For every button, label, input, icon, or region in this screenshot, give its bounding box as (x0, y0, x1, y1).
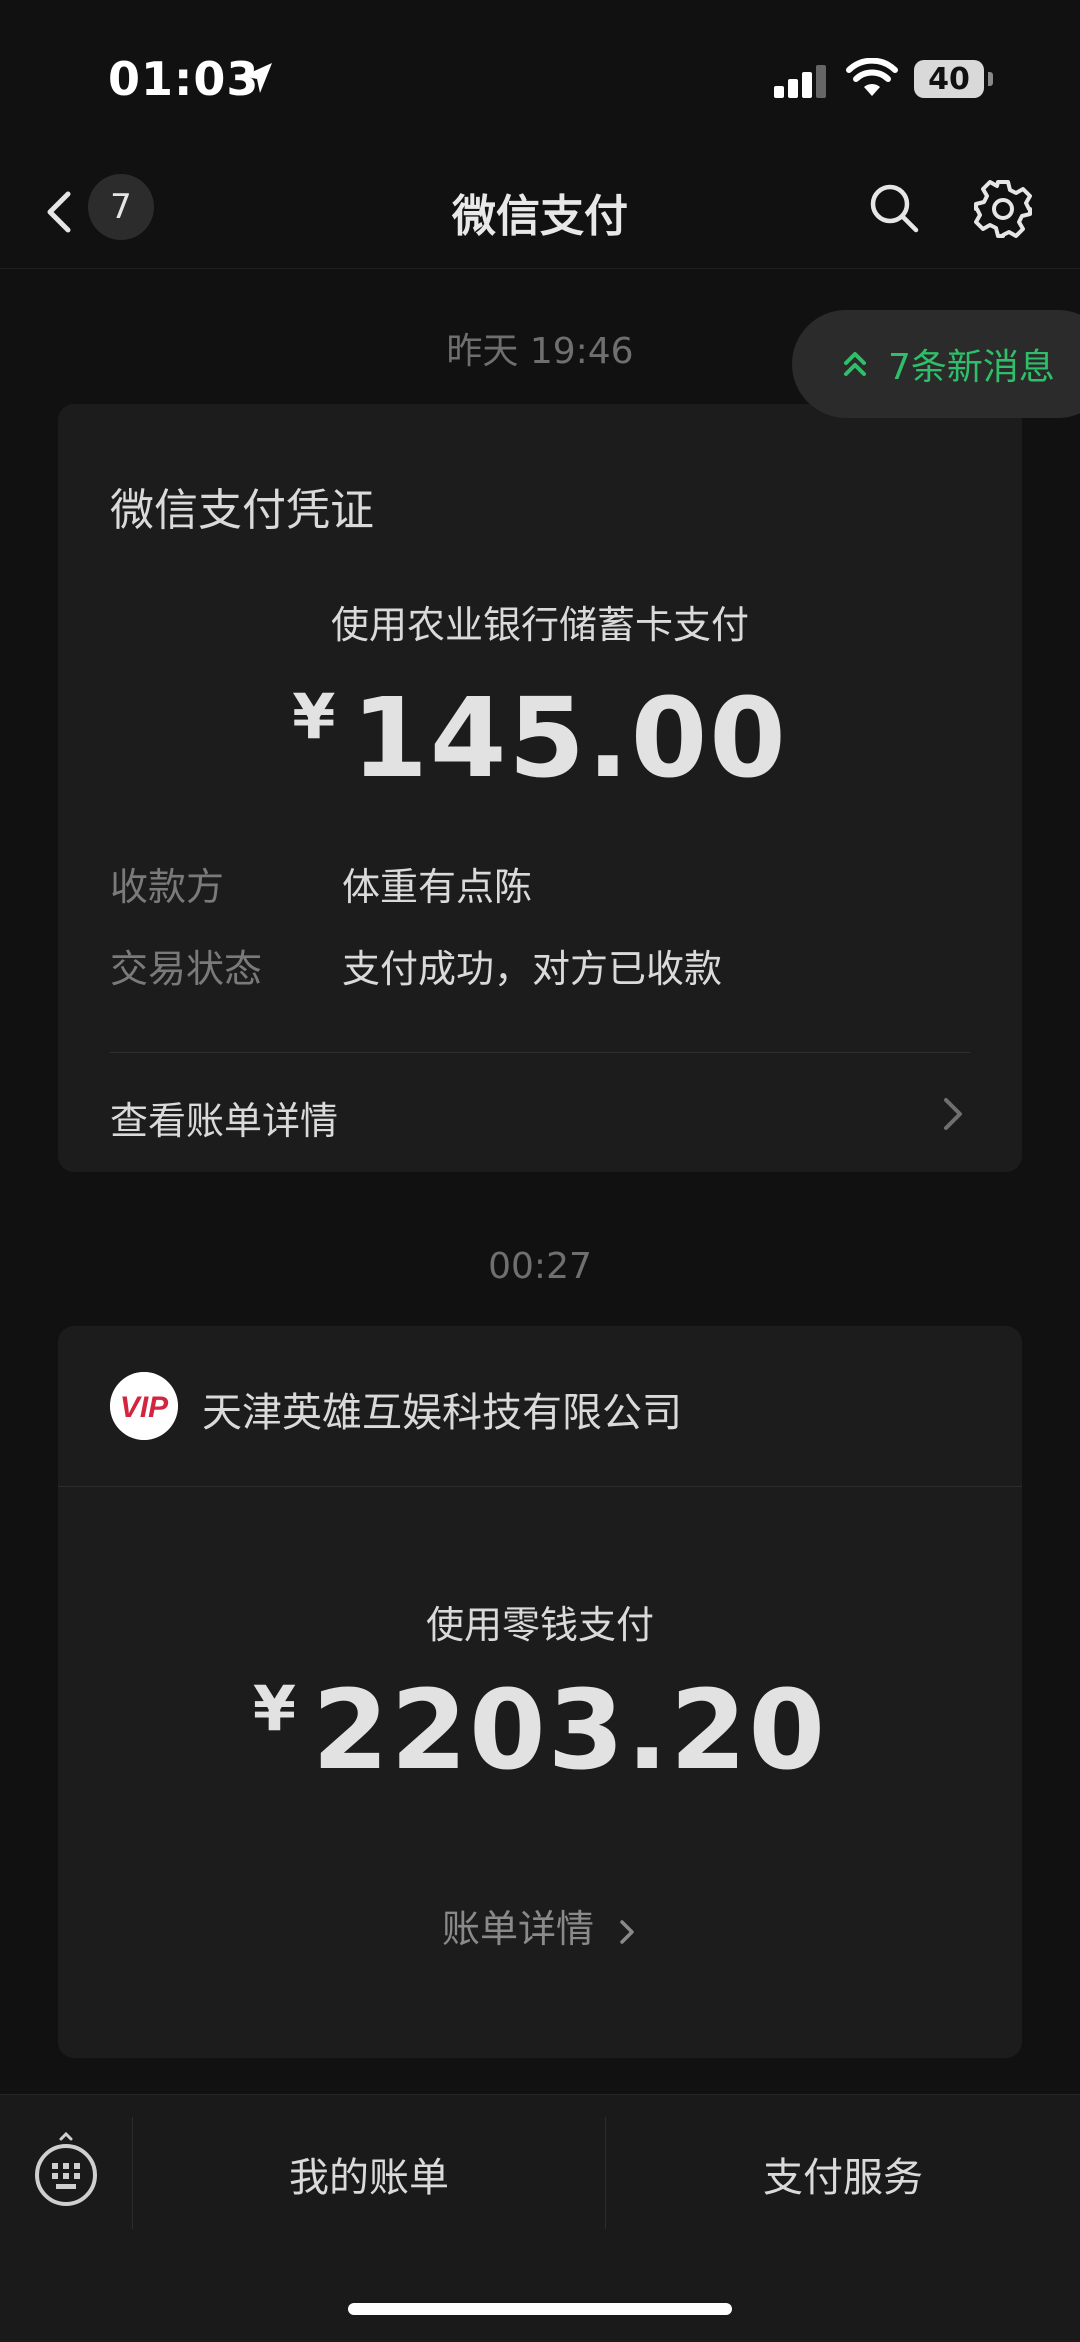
card-divider (110, 1052, 970, 1053)
currency-symbol: ¥ (252, 1672, 297, 1745)
home-indicator (348, 2303, 732, 2315)
card-title: 微信支付凭证 (110, 485, 374, 536)
chevron-right-icon (944, 1098, 962, 1130)
payment-services-menu[interactable]: 支付服务 (606, 2145, 1080, 2203)
status-label: 交易状态 (110, 947, 263, 991)
merchant-name: 天津英雄互娱科技有限公司 (202, 1390, 682, 1436)
bill-detail-link[interactable]: 账单详情 (58, 1898, 1022, 1953)
wifi-icon (846, 58, 898, 96)
currency-symbol: ¥ (292, 680, 336, 753)
payment-method: 使用农业银行储蓄卡支付 (330, 603, 749, 647)
cellular-signal-icon (774, 65, 826, 98)
new-messages-button[interactable]: 7条新消息 (792, 310, 1080, 418)
view-bill-detail-link[interactable]: 查看账单详情 (110, 1090, 338, 1145)
card-divider (58, 1486, 1022, 1487)
payment-receipt-card[interactable]: 微信支付凭证 使用农业银行储蓄卡支付 ¥145.00 收款方 体重有点陈 交易状… (58, 404, 1022, 1172)
nav-bar: 7 微信支付 (0, 160, 1080, 269)
merchant-logo-text: VIP (120, 1391, 169, 1424)
amount-value: 2203.20 (312, 1666, 828, 1794)
my-bills-menu[interactable]: 我的账单 (133, 2145, 605, 2203)
battery-cap (988, 72, 993, 86)
merchant-logo: VIP (110, 1372, 178, 1440)
status-bar: 01:03 40 (0, 0, 1080, 160)
payee-label: 收款方 (110, 865, 225, 909)
location-arrow-icon (243, 63, 272, 93)
bill-detail-label: 账单详情 (441, 1907, 594, 1951)
chevron-right-icon (620, 1919, 634, 1944)
keyboard-icon[interactable] (30, 2129, 102, 2209)
status-value: 支付成功，对方已收款 (342, 947, 723, 991)
gear-icon[interactable] (972, 178, 1034, 240)
battery-indicator: 40 (914, 60, 984, 98)
message-timestamp: 00:27 (488, 1246, 592, 1287)
payment-amount: ¥2203.20 (58, 1666, 1022, 1794)
amount-value: 145.00 (351, 674, 788, 802)
new-messages-label: 7条新消息 (888, 347, 1055, 388)
merchant-payment-card[interactable]: VIP 天津英雄互娱科技有限公司 使用零钱支付 ¥2203.20 账单详情 (58, 1326, 1022, 2058)
status-time: 01:03 (108, 52, 260, 106)
payment-amount: ¥145.00 (58, 674, 1022, 802)
payee-value: 体重有点陈 (342, 865, 533, 909)
search-icon[interactable] (866, 180, 922, 236)
payment-method: 使用零钱支付 (425, 1603, 654, 1647)
double-chevron-up-icon (844, 352, 866, 376)
